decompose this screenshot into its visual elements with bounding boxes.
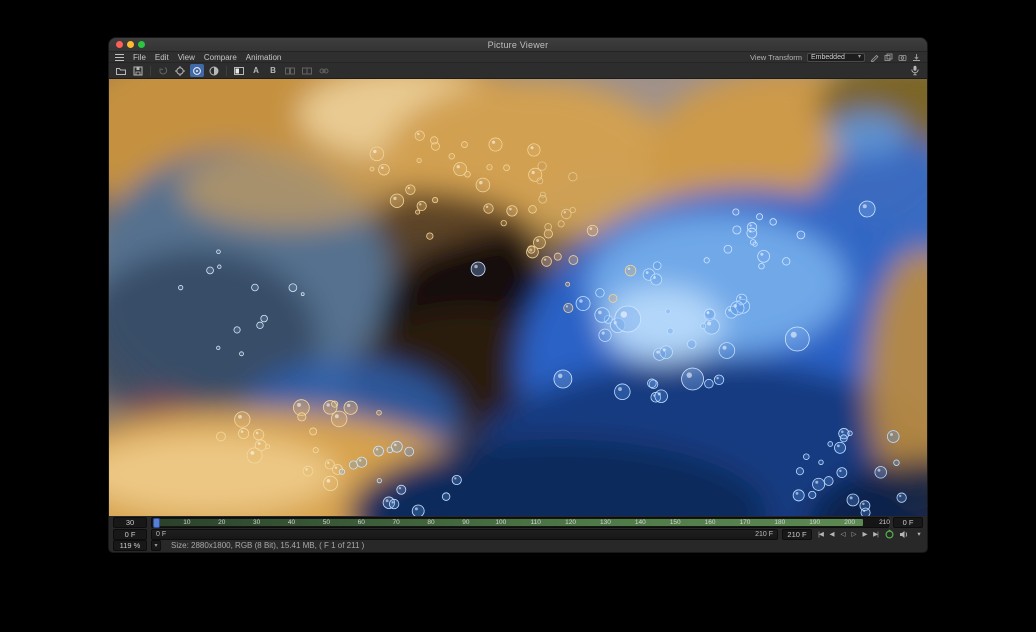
timeline-tick: 80 — [427, 518, 434, 528]
timeline-tick: 110 — [531, 518, 541, 528]
menubar-right: View Transform Embedded ▾ — [750, 53, 921, 62]
toolbar: A B — [109, 63, 927, 79]
link-icon[interactable] — [317, 64, 331, 77]
step-forward-button[interactable]: ▶ — [860, 529, 869, 540]
edit-icon[interactable] — [870, 53, 879, 62]
timeline-tick: 120 — [565, 518, 576, 528]
fluid-blobs — [109, 79, 927, 516]
menu-item-animation[interactable]: Animation — [246, 52, 282, 63]
hamburger-menu-icon[interactable] — [115, 54, 124, 61]
timeline-tick: 210 — [879, 518, 890, 528]
image-info-text: Size: 2880x1800, RGB (8 Bit), 15.41 MB, … — [171, 541, 364, 550]
menu-item-file[interactable]: File — [133, 52, 146, 63]
copy-icon[interactable] — [884, 53, 893, 62]
microphone-icon[interactable] — [908, 64, 922, 77]
window-title: Picture Viewer — [109, 40, 927, 50]
timeline-tick: 10 — [183, 518, 190, 528]
preview-range-bar[interactable]: 0 F 210 F — [151, 529, 778, 540]
camera-icon[interactable] — [898, 53, 907, 62]
zoom-dropdown-button[interactable]: ▾ — [151, 540, 161, 551]
timeline-track[interactable]: 10 20 30 40 50 60 70 80 90 100 110 120 130 140 150 160 1… — [151, 517, 889, 528]
timeline-tick: 190 — [809, 518, 820, 528]
current-frame-marker[interactable] — [153, 518, 160, 528]
picture-viewer-window: Picture Viewer File Edit View Compare Animat… — [108, 37, 928, 553]
range-end-label: 210 F — [755, 531, 773, 538]
compare-b-button[interactable]: B — [266, 64, 280, 77]
toolbar-separator — [150, 66, 151, 76]
status-row: 119 % ▾ Size: 2880x1800, RGB (8 Bit), 15… — [109, 540, 927, 551]
timeline-tick: 150 — [670, 518, 681, 528]
target-icon[interactable] — [173, 64, 187, 77]
titlebar[interactable]: Picture Viewer — [109, 38, 927, 52]
navigation-mode-button[interactable] — [190, 64, 204, 77]
compare-side-by-side-icon[interactable] — [283, 64, 297, 77]
timeline-tick: 50 — [323, 518, 330, 528]
timeline-tick: 160 — [705, 518, 716, 528]
compare-a-button[interactable]: A — [249, 64, 263, 77]
timeline-tick: 20 — [218, 518, 225, 528]
view-transform-select[interactable]: Embedded ▾ — [807, 53, 865, 62]
close-button[interactable] — [116, 41, 123, 48]
traffic-lights — [109, 41, 145, 48]
compare-split-icon[interactable] — [300, 64, 314, 77]
view-transform-label: View Transform — [750, 53, 802, 62]
timeline-tick: 30 — [253, 518, 260, 528]
timeline-tick: 70 — [393, 518, 400, 528]
range-end-field[interactable]: 210 F — [782, 529, 812, 540]
speaker-icon[interactable] — [899, 529, 910, 540]
menubar: File Edit View Compare Animation View Transf… — [109, 52, 927, 63]
view-transform-value: Embedded — [811, 54, 845, 61]
minimize-button[interactable] — [127, 41, 134, 48]
channels-icon[interactable] — [232, 64, 246, 77]
zoom-button[interactable] — [138, 41, 145, 48]
contrast-icon[interactable] — [207, 64, 221, 77]
timeline-tick: 90 — [462, 518, 469, 528]
menu-item-view[interactable]: View — [178, 52, 195, 63]
step-back-button[interactable]: ◀ — [827, 529, 836, 540]
timeline-right-field[interactable]: 0 F — [893, 517, 923, 528]
open-folder-button[interactable] — [114, 64, 128, 77]
playback-options-caret-icon[interactable]: ▾ — [914, 529, 923, 540]
save-button[interactable] — [131, 64, 145, 77]
caret-down-icon: ▾ — [858, 54, 861, 60]
goto-end-button[interactable]: ▶| — [871, 529, 880, 540]
range-start-label: 0 F — [156, 531, 166, 538]
loop-playback-icon[interactable] — [884, 529, 895, 540]
fps-field[interactable]: 30 — [113, 517, 147, 528]
timeline-tick: 40 — [288, 518, 295, 528]
history-back-icon[interactable] — [156, 64, 170, 77]
play-reverse-button[interactable]: ◁ — [838, 529, 847, 540]
menu-item-edit[interactable]: Edit — [155, 52, 169, 63]
desktop-background: Picture Viewer File Edit View Compare Animat… — [0, 0, 1036, 632]
range-start-field[interactable]: 0 F — [113, 529, 147, 540]
zoom-level-field[interactable]: 119 % — [113, 540, 147, 551]
goto-start-button[interactable]: |◀ — [816, 529, 825, 540]
toolbar-separator — [226, 66, 227, 76]
timeline-tick: 130 — [600, 518, 611, 528]
menu-items: File Edit View Compare Animation — [133, 52, 281, 63]
render-image — [109, 79, 927, 516]
play-button[interactable]: ▷ — [849, 529, 858, 540]
timeline-tick: 60 — [358, 518, 365, 528]
timeline-panel: 30 1020304050607080901001101201301401501… — [109, 516, 927, 552]
timeline-tick: 170 — [740, 518, 751, 528]
timeline-tick: 100 — [495, 518, 506, 528]
timeline-tick: 200 — [844, 518, 855, 528]
timeline-row: 30 1020304050607080901001101201301401501… — [109, 517, 927, 528]
timeline-tick: 140 — [635, 518, 646, 528]
menu-item-compare[interactable]: Compare — [204, 52, 237, 63]
render-canvas[interactable] — [109, 79, 927, 516]
range-row: 0 F 0 F 210 F 210 F |◀◀◁▷▶▶| ▾ — [109, 529, 927, 540]
transport-controls: |◀◀◁▷▶▶| — [816, 529, 880, 540]
download-icon[interactable] — [912, 53, 921, 62]
timeline-tick: 180 — [774, 518, 785, 528]
